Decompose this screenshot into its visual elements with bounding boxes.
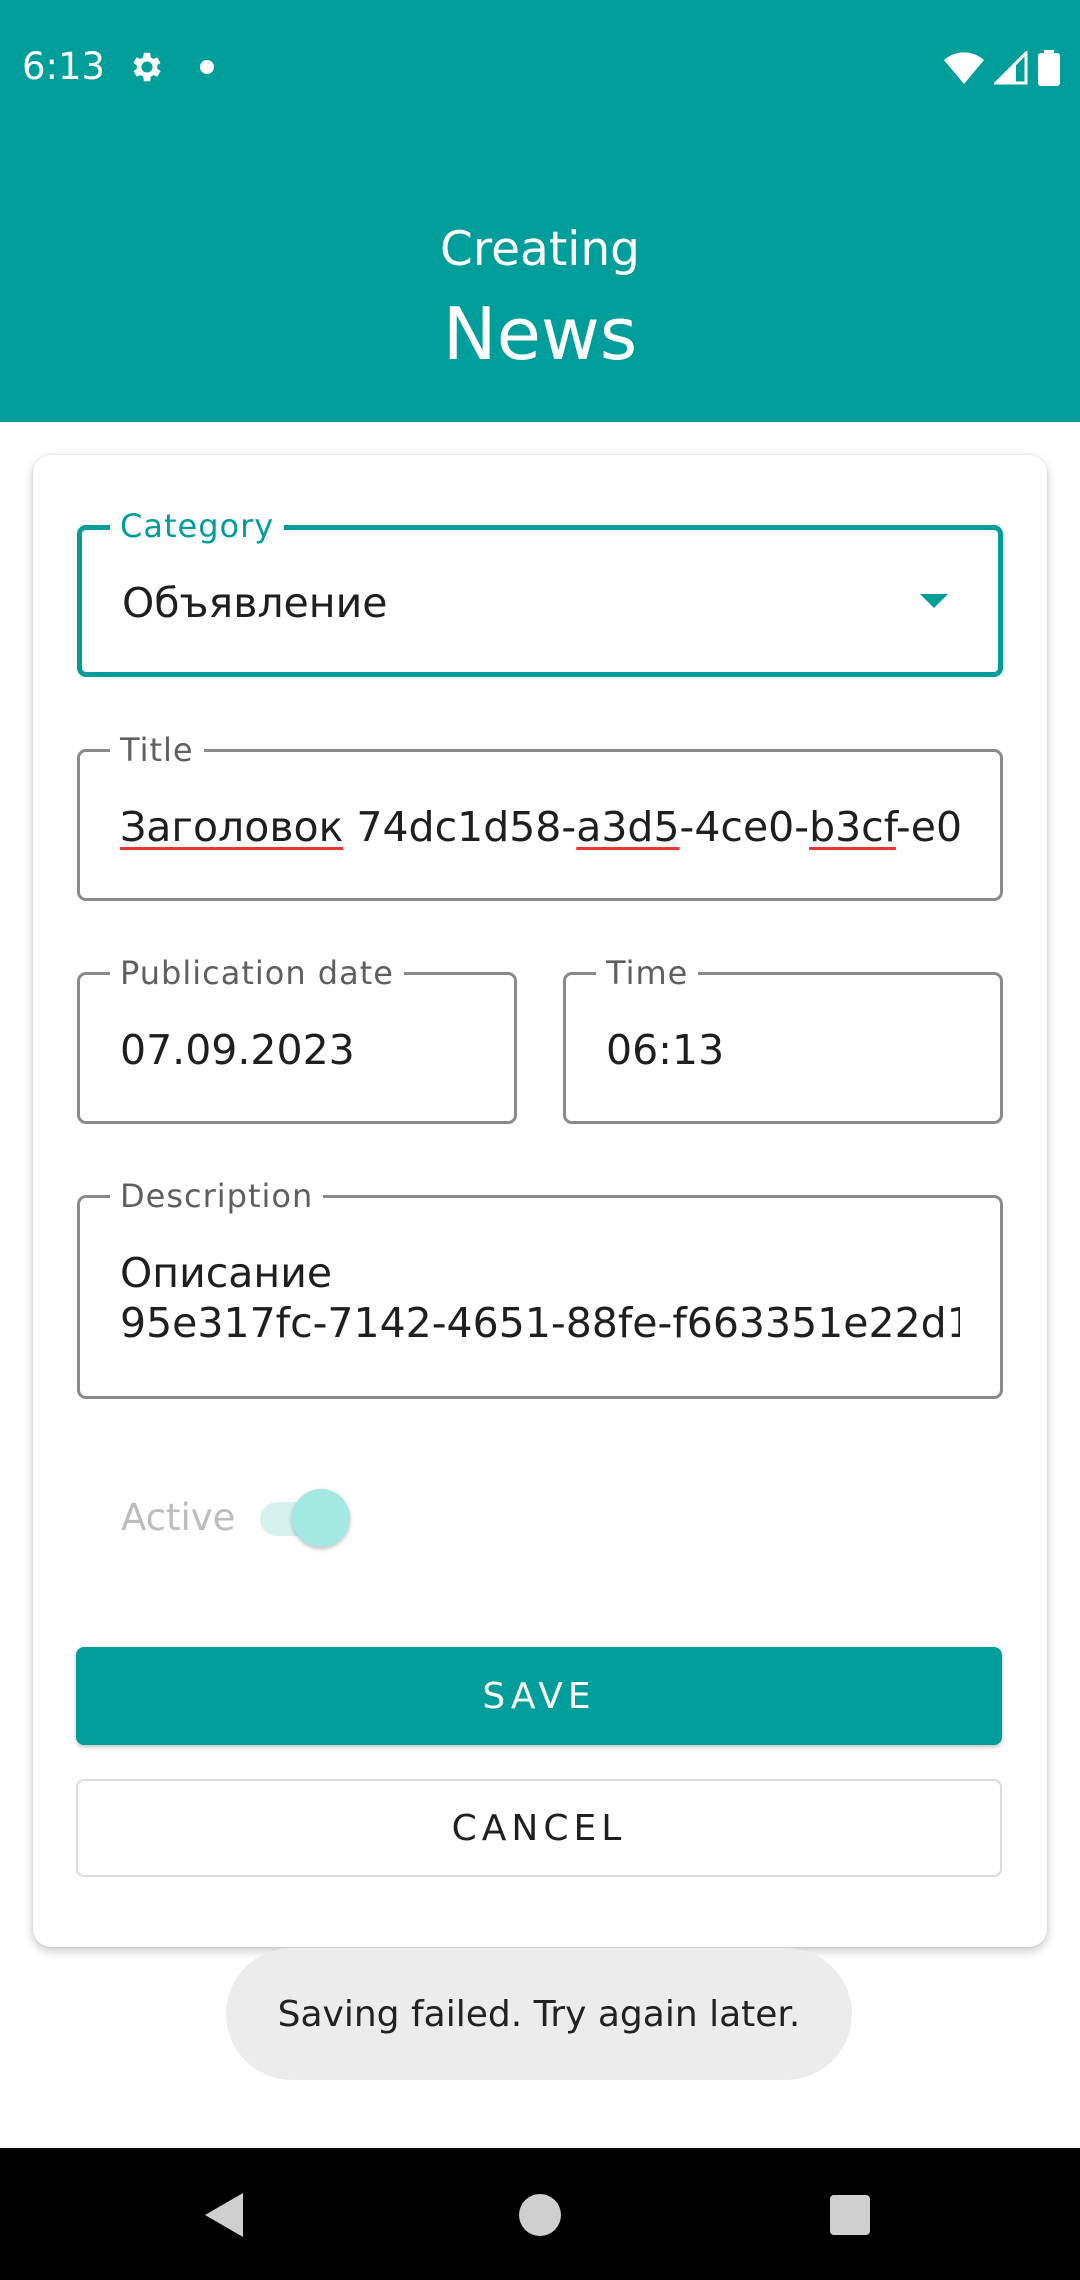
app-header: 6:13 Creating News (0, 0, 1080, 422)
status-time: 6:13 (22, 45, 106, 88)
recents-icon[interactable] (830, 2195, 870, 2235)
publication-date-label: Publication date (110, 955, 404, 991)
status-icons (944, 48, 1060, 88)
header-subtitle: Creating (440, 222, 640, 277)
title-value: Заголовок 74dc1d58-a3d5-4ce0-b3cf-e0f7 (120, 802, 960, 852)
publication-date-value: 07.09.2023 (120, 1026, 355, 1074)
title-value-part: a3d5 (576, 803, 680, 851)
home-icon[interactable] (519, 2194, 561, 2236)
back-icon[interactable] (205, 2193, 243, 2237)
navigation-bar (0, 2148, 1080, 2280)
title-label: Title (110, 732, 204, 768)
active-label: Active (121, 1496, 236, 1539)
toast-message: Saving failed. Try again later. (226, 1948, 852, 2080)
screen: 6:13 Creating News Category Объявление T… (0, 0, 1080, 2280)
description-line-2: 95e317fc-7142-4651-88fe-f663351e22d1 (120, 1299, 960, 1347)
cell-signal-icon (994, 51, 1028, 85)
battery-icon (1038, 50, 1060, 86)
category-label: Category (110, 508, 285, 544)
description-line-1: Описание (120, 1249, 333, 1297)
title-field[interactable]: Title Заголовок 74dc1d58-a3d5-4ce0-b3cf-… (77, 732, 1003, 901)
news-form-card: Category Объявление Title Заголовок 74dc… (33, 455, 1047, 1947)
cancel-button[interactable]: CANCEL (76, 1779, 1002, 1877)
title-value-part: 74dc1d58- (343, 803, 577, 851)
title-value-part: -e0f7 (895, 803, 960, 851)
save-button[interactable]: SAVE (76, 1647, 1002, 1745)
notification-dot-icon (200, 60, 214, 74)
active-switch-thumb[interactable] (292, 1489, 350, 1547)
dropdown-arrow-icon[interactable] (920, 594, 948, 608)
gear-icon (133, 52, 161, 82)
time-label: Time (596, 955, 699, 991)
description-label: Description (110, 1178, 324, 1214)
status-bar: 6:13 (0, 0, 1080, 134)
title-value-part: b3cf (809, 803, 896, 851)
time-value: 06:13 (606, 1026, 725, 1074)
time-field[interactable]: Time 06:13 (563, 955, 1003, 1124)
description-field[interactable]: Description Описание 95e317fc-7142-4651-… (77, 1178, 1003, 1399)
page-title: News (442, 292, 638, 376)
title-value-part: Заголовок (120, 803, 344, 851)
category-value: Объявление (122, 579, 388, 627)
publication-date-field[interactable]: Publication date 07.09.2023 (77, 955, 517, 1124)
wifi-icon (944, 52, 984, 84)
title-value-part: -4ce0- (679, 803, 810, 851)
category-dropdown[interactable]: Category Объявление (77, 508, 1003, 677)
